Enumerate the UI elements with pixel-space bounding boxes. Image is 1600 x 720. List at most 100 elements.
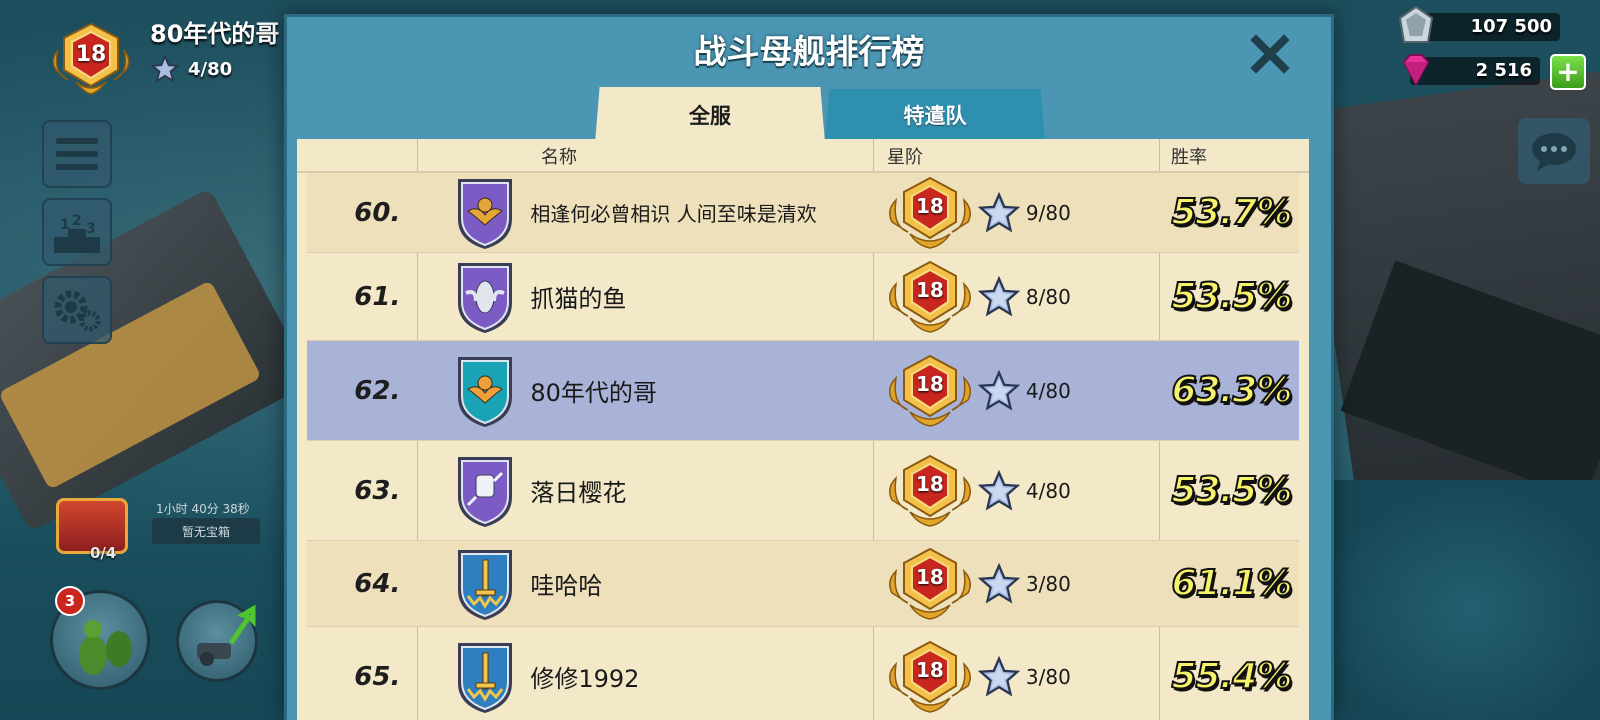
shield-emblem-icon [454,175,516,251]
svg-text:2: 2 [72,213,82,229]
menu-button[interactable] [42,120,112,188]
player-level-badge[interactable]: 18 [46,20,136,100]
table-row[interactable]: 61. 抓猫的鱼 18 8/80 53.5% [307,253,1299,341]
level-badge-icon: 18 [886,454,974,528]
close-button[interactable] [1247,31,1293,77]
level-badge-icon: 18 [886,176,974,250]
podium-icon: 1 2 3 [54,213,100,253]
shield-emblem-icon [454,353,516,429]
cannon-upgrade-icon [197,604,256,666]
row-stars: 8/80 [1025,284,1071,309]
row-win-rate: 53.5% [1170,275,1293,318]
row-level: 18 [915,371,944,396]
close-icon [1250,34,1290,74]
row-star-rank: 18 3/80 [880,640,1164,714]
shield-emblem-icon [454,259,516,335]
star-icon [977,275,1021,318]
row-star-rank: 18 9/80 [880,176,1164,250]
row-star-rank: 18 8/80 [880,260,1164,334]
upgrade-button[interactable] [176,600,258,682]
table-row-self[interactable]: 62. 80年代的哥 18 4/80 63.3% [307,341,1299,441]
header-rank [297,139,417,173]
header-name: 名称 [541,147,577,168]
plus-icon: + [1556,55,1580,88]
table-row[interactable]: 65. 修修1992 18 3/80 55.4% [307,627,1299,720]
row-level: 18 [915,471,944,496]
tab-task-force[interactable]: 特遣队 [825,89,1045,141]
row-level: 18 [915,193,944,218]
player-stars: 4/80 [150,54,232,84]
svg-text:3: 3 [86,221,96,237]
row-stars: 3/80 [1025,571,1071,596]
level-badge-icon: 18 [886,547,974,621]
row-star-rank: 18 3/80 [880,547,1164,621]
row-player-name[interactable]: 80年代的哥 [530,373,880,408]
row-player-name[interactable]: 抓猫的鱼 [530,279,880,314]
chest-count: 0/4 [90,544,117,562]
player-name: 80年代的哥 [150,20,280,48]
row-player-name[interactable]: 修修1992 [530,659,880,694]
table-row[interactable]: 60. 相逢何必曾相识 人间至味是清欢 18 9/80 53.7% [307,173,1299,253]
row-player-name[interactable]: 落日樱花 [530,473,880,508]
row-win-rate: 63.3% [1170,369,1293,412]
row-level: 18 [915,657,944,682]
gear-icon [54,290,101,332]
row-player-name[interactable]: 相逢何必曾相识 人间至味是清欢 [530,198,880,227]
header-win-rate: 胜率 [1171,147,1207,168]
star-icon [977,369,1021,412]
row-rank: 63. [354,475,401,506]
row-level: 18 [915,564,944,589]
row-rank: 65. [354,661,401,692]
row-rank: 62. [354,375,401,406]
row-player-name[interactable]: 哇哈哈 [530,566,880,601]
row-level: 18 [915,277,944,302]
header-star-rank: 星阶 [887,147,923,168]
army-count-badge: 3 [55,586,85,616]
shield-emblem-icon [454,453,516,529]
table-header: 名称 星阶 胜率 [297,139,1309,173]
table-row[interactable]: 64. 哇哈哈 18 3/80 61.1% [307,541,1299,627]
level-badge-icon: 18 [886,640,974,714]
chat-bubble-icon [1532,133,1576,171]
chest-status: 暂无宝箱 [152,518,260,544]
leaderboard-modal: 战斗母舰排行榜 全服 特遣队 名称 星阶 胜率 60. 相逢何必曾相识 人间至味… [284,14,1334,720]
star-icon [977,191,1021,234]
chest-timer: 1小时 40分 38秒 [156,502,250,516]
shield-emblem-icon [454,546,516,622]
steel-value: 107 500 [1470,16,1552,37]
star-icon [150,54,180,83]
add-gems-button[interactable]: + [1550,54,1586,90]
row-win-rate: 61.1% [1170,562,1293,605]
star-icon [977,655,1021,698]
row-star-rank: 18 4/80 [880,354,1164,428]
tab-global[interactable]: 全服 [595,87,825,143]
level-badge-icon: 18 [886,260,974,334]
table-row[interactable]: 63. 落日樱花 18 4/80 53.5% [307,441,1299,541]
star-icon [977,562,1021,605]
modal-title: 战斗母舰排行榜 [693,32,925,71]
row-win-rate: 53.7% [1170,191,1293,234]
row-rank: 61. [354,281,401,312]
water [1320,480,1600,720]
row-star-rank: 18 4/80 [880,454,1164,528]
svg-text:1: 1 [60,217,70,233]
level-badge-icon: 18 [886,354,974,428]
star-icon [977,469,1021,512]
settings-button[interactable] [42,276,112,344]
player-level: 18 [75,42,107,67]
chat-button[interactable] [1518,118,1590,184]
row-rank: 64. [354,568,401,599]
row-win-rate: 55.4% [1170,655,1293,698]
shield-emblem-icon [454,639,516,715]
leaderboard-button[interactable]: 1 2 3 [42,198,112,266]
row-stars: 3/80 [1025,664,1071,689]
player-stars-value: 4/80 [188,58,233,80]
hamburger-icon [56,138,98,170]
leaderboard-table: 名称 星阶 胜率 60. 相逢何必曾相识 人间至味是清欢 18 9/80 53.… [297,139,1309,720]
row-stars: 9/80 [1025,200,1071,225]
chest-panel[interactable]: 0/4 1小时 40分 38秒 暂无宝箱 [50,490,270,570]
row-win-rate: 53.5% [1170,469,1293,512]
row-rank: 60. [354,197,401,228]
row-stars: 4/80 [1025,478,1071,503]
gems-value: 2 516 [1475,60,1532,81]
